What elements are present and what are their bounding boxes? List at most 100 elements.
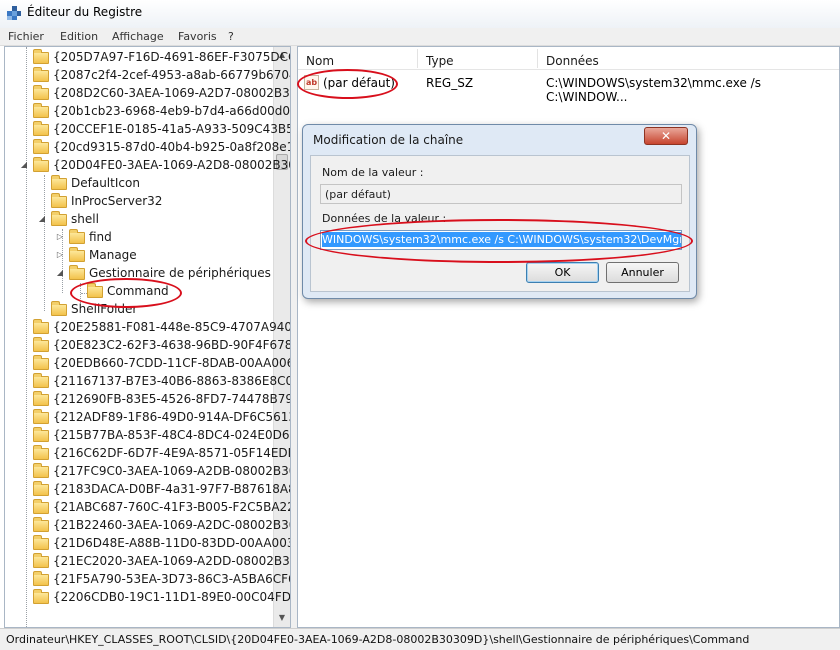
tree-item[interactable]: {20cd9315-87d0-40b4-b925-0a8f208e1f8d} (5, 139, 290, 157)
folder-icon (33, 157, 49, 172)
tree-item-label: {20cd9315-87d0-40b4-b925-0a8f208e1f8d} (53, 140, 290, 154)
tree-item-label: {20CCEF1E-0185-41a5-A933-509C43B54F98 (53, 122, 290, 136)
tree-item-label: DefaultIcon (71, 176, 140, 190)
column-separator[interactable] (537, 49, 538, 68)
edit-string-dialog: Modification de la chaîne ✕ Nom de la va… (302, 124, 697, 299)
expand-arrow-icon[interactable]: ◢ (37, 214, 47, 224)
folder-icon (33, 481, 49, 496)
ok-button[interactable]: OK (526, 262, 599, 283)
column-header-data[interactable]: Données (546, 54, 599, 68)
window-title: Éditeur du Registre (27, 5, 143, 19)
folder-icon (33, 463, 49, 478)
tree-item[interactable]: Command (5, 283, 273, 301)
tree-item[interactable]: {21EC2020-3AEA-1069-A2DD-08002B30309D (5, 553, 290, 571)
tree-item[interactable]: {216C62DF-6D7F-4E9A-8571-05F14EDB766/ (5, 445, 290, 463)
tree-item[interactable]: {217FC9C0-3AEA-1069-A2DB-08002B30309 (5, 463, 290, 481)
tree-item[interactable]: {20E823C2-62F3-4638-96BD-90F4F6784EBC (5, 337, 290, 355)
column-separator[interactable] (417, 49, 418, 68)
value-name-field: (par défaut) (320, 184, 682, 204)
tree-item-label: {21D6D48E-A88B-11D0-83DD-00AA003CCA (53, 536, 290, 550)
tree-item[interactable]: {208D2C60-3AEA-1069-A2D7-08002B30309 (5, 85, 290, 103)
tree-item[interactable]: {2206CDB0-19C1-11D1-89E0-00C04FD7A82 (5, 589, 290, 607)
list-header: Nom Type Données (298, 47, 839, 70)
tree-item[interactable]: {21ABC687-760C-41F3-B005-F2C5BA22205 (5, 499, 290, 517)
tree-item[interactable]: {212690FB-83E5-4526-8FD7-74478B7939CD (5, 391, 290, 409)
folder-icon (33, 121, 49, 136)
tree-item[interactable]: ◢ Gestionnaire de périphériques (5, 265, 273, 283)
value-data-text: WINDOWS\system32\mmc.exe /s C:\WINDOWS\s… (322, 232, 681, 247)
tree-item-label: Gestionnaire de périphériques (89, 266, 271, 280)
folder-icon (33, 589, 49, 604)
folder-icon (33, 85, 49, 100)
menu-fichier[interactable]: Fichier (8, 30, 44, 43)
tree-item[interactable]: {21B22460-3AEA-1069-A2DC-08002B30309D (5, 517, 290, 535)
folder-icon (33, 517, 49, 532)
tree-item[interactable]: {20E25881-F081-448e-85C9-4707A9400593} (5, 319, 290, 337)
expand-arrow-icon[interactable]: ▷ (55, 250, 65, 260)
key-tree[interactable]: ▲ ▼ {205D7A97-F16D-4691-86EF-F3075DCCA57… (4, 46, 291, 628)
cancel-button[interactable]: Annuler (606, 262, 679, 283)
folder-icon (69, 247, 85, 262)
tree-item-label: {216C62DF-6D7F-4E9A-8571-05F14EDB766/ (53, 446, 290, 460)
expand-arrow-icon[interactable]: ◢ (19, 160, 29, 170)
expand-arrow-icon[interactable]: ▷ (55, 232, 65, 242)
close-icon[interactable]: ✕ (644, 127, 688, 145)
tree-item[interactable]: {2183DACA-D0BF-4a31-97F7-B87618A8195 (5, 481, 290, 499)
folder-icon (51, 211, 67, 226)
tree-item[interactable]: DefaultIcon (5, 175, 273, 193)
column-header-name[interactable]: Nom (306, 54, 334, 68)
tree-item[interactable]: ▷ find (5, 229, 273, 247)
folder-icon (69, 229, 85, 244)
tree-item[interactable]: {20CCEF1E-0185-41a5-A933-509C43B54F98 (5, 121, 290, 139)
tree-item[interactable]: ◢ {20D04FE0-3AEA-1069-A2D8-08002B30309D (5, 157, 290, 175)
value-data-input[interactable]: WINDOWS\system32\mmc.exe /s C:\WINDOWS\s… (320, 230, 682, 250)
folder-icon (51, 175, 67, 190)
expand-arrow-icon[interactable]: ◢ (55, 268, 65, 278)
tree-item[interactable]: {2087c2f4-2cef-4953-a8ab-66779b670495} (5, 67, 290, 85)
tree-item[interactable]: {21D6D48E-A88B-11D0-83DD-00AA003CCA (5, 535, 290, 553)
tree-item-label: Manage (89, 248, 137, 262)
tree-item-label: {215B77BA-853F-48C4-8DC4-024E0D68A81 (53, 428, 290, 442)
menu-bar: Fichier Edition Affichage Favoris ? (0, 28, 840, 46)
value-row[interactable]: ab (par défaut) REG_SZ C:\WINDOWS\system… (298, 73, 839, 104)
tree-item[interactable]: {20EDB660-7CDD-11CF-8DAB-00AA006C1A (5, 355, 290, 373)
tree-item[interactable]: {212ADF89-1F86-49D0-914A-DF6C5613C81 (5, 409, 290, 427)
menu-help[interactable]: ? (228, 30, 234, 43)
tree-item-label: {205D7A97-F16D-4691-86EF-F3075DCCA57 (53, 50, 290, 64)
folder-icon (33, 535, 49, 550)
tree-item[interactable]: {21F5A790-53EA-3D73-86C3-A5BA6CF65FE (5, 571, 290, 589)
tree-item[interactable]: {215B77BA-853F-48C4-8DC4-024E0D68A81 (5, 427, 290, 445)
tree-item-label: ShellFolder (71, 302, 138, 316)
column-header-type[interactable]: Type (426, 54, 454, 68)
menu-favoris[interactable]: Favoris (178, 30, 217, 43)
folder-icon (33, 49, 49, 64)
tree-item[interactable]: {20b1cb23-6968-4eb9-b7d4-a66d00d07cee} (5, 103, 290, 121)
tree-item[interactable]: ▷ Manage (5, 247, 273, 265)
tree-item[interactable]: {21167137-B7E3-40B6-8863-8386E8C05716} (5, 373, 290, 391)
menu-affichage[interactable]: Affichage (112, 30, 164, 43)
tree-item[interactable]: {205D7A97-F16D-4691-86EF-F3075DCCA57 (5, 49, 290, 67)
scroll-down-arrow-icon[interactable]: ▼ (274, 610, 290, 626)
tree-item-label: {21ABC687-760C-41F3-B005-F2C5BA22205 (53, 500, 290, 514)
folder-icon (33, 391, 49, 406)
tree-item[interactable]: ◢ shell (5, 211, 273, 229)
folder-icon (69, 265, 85, 280)
folder-icon (33, 499, 49, 514)
tree-item[interactable]: InProcServer32 (5, 193, 273, 211)
folder-icon (33, 409, 49, 424)
value-data: C:\WINDOWS\system32\mmc.exe /s C:\WINDOW… (546, 76, 761, 104)
tree-item[interactable]: ShellFolder (5, 301, 273, 319)
menu-edition[interactable]: Edition (60, 30, 98, 43)
